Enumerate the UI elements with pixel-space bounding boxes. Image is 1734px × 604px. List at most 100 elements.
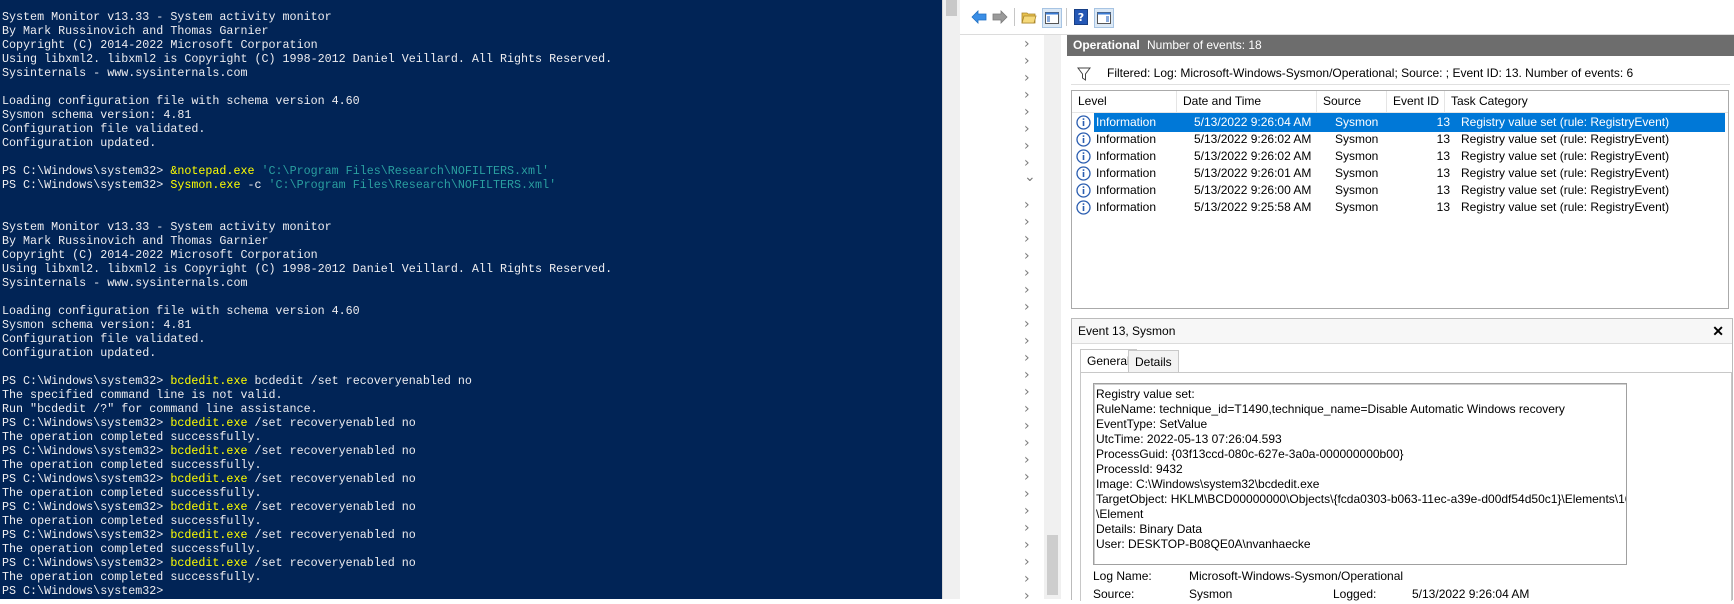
column-header-event-id[interactable]: Event ID: [1387, 91, 1445, 112]
chevron-right-icon[interactable]: ›: [1024, 555, 1034, 569]
chevron-right-icon[interactable]: ›: [1024, 105, 1034, 119]
chevron-right-icon[interactable]: ›: [1024, 71, 1034, 85]
chevron-down-icon[interactable]: ⌄: [1024, 170, 1036, 184]
chevron-right-icon[interactable]: ›: [1024, 198, 1034, 212]
cell-date-and-time: 5/13/2022 9:25:58 AM: [1194, 200, 1312, 214]
chevron-right-icon[interactable]: ›: [1024, 300, 1034, 314]
console-output: System Monitor v13.33 - System activity …: [2, 10, 612, 598]
column-header-date-and-time[interactable]: Date and Time: [1177, 91, 1317, 112]
chevron-right-icon[interactable]: ›: [1024, 402, 1034, 416]
tree-scrollbar[interactable]: [1044, 35, 1061, 599]
chevron-right-icon[interactable]: ›: [1024, 54, 1034, 68]
console-line: By Mark Russinovich and Thomas Garnier: [2, 234, 269, 248]
chevron-right-icon[interactable]: ›: [1024, 436, 1034, 450]
console-line: Using libxml2. libxml2 is Copyright (C) …: [2, 52, 613, 66]
close-icon[interactable]: ✕: [1712, 319, 1724, 343]
chevron-right-icon[interactable]: ›: [1024, 232, 1034, 246]
console-scrollbar-thumb[interactable]: [946, 0, 957, 16]
filter-bar: Filtered: Log: Microsoft-Windows-Sysmon/…: [1071, 62, 1730, 85]
events-count: Number of events: 18: [1147, 38, 1262, 52]
events-table[interactable]: Level Date and Time Source Event ID Task…: [1071, 90, 1729, 309]
console-scrollbar[interactable]: [942, 0, 960, 599]
chevron-right-icon[interactable]: ›: [1024, 368, 1034, 382]
chevron-right-icon[interactable]: ›: [1024, 139, 1034, 153]
chevron-right-icon[interactable]: ›: [1024, 521, 1034, 535]
console-argument: /set recoveryenabled no: [247, 528, 416, 542]
event-viewer-window: ? › › › › › › › › ⌄ › › › › › › › › › › › › › › › › › › › › › › › › Oper…: [960, 0, 1734, 603]
event-detail-pane: Event 13, Sysmon ✕ General Details Regis…: [1071, 318, 1733, 601]
chevron-right-icon[interactable]: ›: [1024, 266, 1034, 280]
column-header-task-category[interactable]: Task Category: [1445, 91, 1728, 112]
chevron-right-icon[interactable]: ›: [1024, 453, 1034, 467]
chevron-right-icon[interactable]: ›: [1024, 572, 1034, 586]
console-prompt: PS C:\Windows\system32>: [2, 164, 171, 178]
chevron-right-icon[interactable]: ›: [1024, 37, 1034, 51]
open-folder-icon[interactable]: [1020, 8, 1038, 26]
chevron-right-icon[interactable]: ›: [1024, 589, 1034, 603]
cell-source: Sysmon: [1335, 200, 1379, 214]
chevron-right-icon[interactable]: ›: [1024, 334, 1034, 348]
event-log-pane: Operational Number of events: 18 Filtere…: [1067, 35, 1734, 601]
description-line: ProcessId: 9432: [1096, 462, 1183, 476]
console-prompt: PS C:\Windows\system32>: [2, 178, 171, 192]
show-hide-action-pane-icon[interactable]: [1094, 8, 1114, 28]
toolbar: ?: [960, 0, 1734, 35]
tab-details[interactable]: Details: [1128, 350, 1179, 372]
chevron-right-icon[interactable]: ›: [1024, 504, 1034, 518]
description-line: RuleName: technique_id=T1490,technique_n…: [1096, 402, 1565, 416]
show-hide-tree-icon[interactable]: [1042, 8, 1062, 28]
description-line: User: DESKTOP-B08QE0A\nvanhaecke: [1096, 537, 1311, 551]
column-header-source[interactable]: Source: [1317, 91, 1387, 112]
event-detail-header: Event 13, Sysmon ✕: [1072, 319, 1732, 344]
chevron-right-icon[interactable]: ›: [1024, 470, 1034, 484]
chevron-right-icon[interactable]: ›: [1024, 385, 1034, 399]
console-line: Sysinternals - www.sysinternals.com: [2, 276, 248, 290]
console-line: The operation completed successfully.: [2, 486, 262, 500]
console-line: Sysmon schema version: 4.81: [2, 108, 192, 122]
information-icon: [1076, 183, 1091, 198]
console-line: PS C:\Windows\system32> Sysmon.exe -c 'C…: [2, 178, 612, 192]
back-arrow-icon[interactable]: [970, 8, 988, 26]
chevron-right-icon[interactable]: ›: [1024, 122, 1034, 136]
console-tree-pane[interactable]: › › › › › › › › ⌄ › › › › › › › › › › › › › › › › › › › › › › › ›: [960, 35, 1044, 603]
chevron-right-icon[interactable]: ›: [1024, 249, 1034, 263]
console-line: Loading configuration file with schema v…: [2, 94, 360, 108]
console-argument: bcdedit /set recoveryenabled no: [247, 374, 472, 388]
chevron-right-icon[interactable]: ›: [1024, 283, 1034, 297]
description-line: EventType: SetValue: [1096, 417, 1208, 431]
description-line: Image: C:\Windows\system32\bcdedit.exe: [1096, 477, 1320, 491]
table-row[interactable]: Information 5/13/2022 9:25:58 AM Sysmon 13 R…: [1072, 198, 1728, 217]
description-line: Details: Binary Data: [1096, 522, 1203, 536]
console-argument: /set recoveryenabled no: [247, 444, 416, 458]
chevron-right-icon[interactable]: ›: [1024, 538, 1034, 552]
chevron-right-icon[interactable]: ›: [1024, 351, 1034, 365]
description-line: TargetObject: HKLM\BCD00000000\Objects\{…: [1096, 492, 1627, 506]
information-icon: [1076, 115, 1091, 130]
funnel-icon: [1077, 66, 1091, 81]
console-line: Configuration file validated.: [2, 332, 206, 346]
tree-scrollbar-thumb[interactable]: [1047, 535, 1058, 595]
console-prompt: PS C:\Windows\system32>: [2, 500, 171, 514]
console-command: bcdedit.exe: [170, 528, 248, 542]
log-title: Operational: [1073, 38, 1140, 52]
chevron-right-icon[interactable]: ›: [1024, 156, 1034, 170]
console-argument: /set recoveryenabled no: [247, 500, 416, 514]
log-header-bar: Operational Number of events: 18: [1067, 35, 1734, 56]
console-line: The operation completed successfully.: [2, 570, 262, 584]
chevron-right-icon[interactable]: ›: [1024, 88, 1034, 102]
console-line: Configuration updated.: [2, 346, 157, 360]
console-command: &notepad.exe: [170, 164, 255, 178]
help-icon[interactable]: ?: [1072, 8, 1090, 26]
chevron-right-icon[interactable]: ›: [1024, 419, 1034, 433]
chevron-right-icon[interactable]: ›: [1024, 487, 1034, 501]
powershell-console[interactable]: System Monitor v13.33 - System activity …: [0, 0, 942, 599]
console-line: Loading configuration file with schema v…: [2, 304, 360, 318]
event-description-box[interactable]: Registry value set: RuleName: technique_i…: [1093, 383, 1627, 565]
chevron-right-icon[interactable]: ›: [1024, 317, 1034, 331]
forward-arrow-icon[interactable]: [991, 8, 1009, 26]
chevron-right-icon[interactable]: ›: [1024, 215, 1034, 229]
column-header-level[interactable]: Level: [1072, 91, 1177, 112]
